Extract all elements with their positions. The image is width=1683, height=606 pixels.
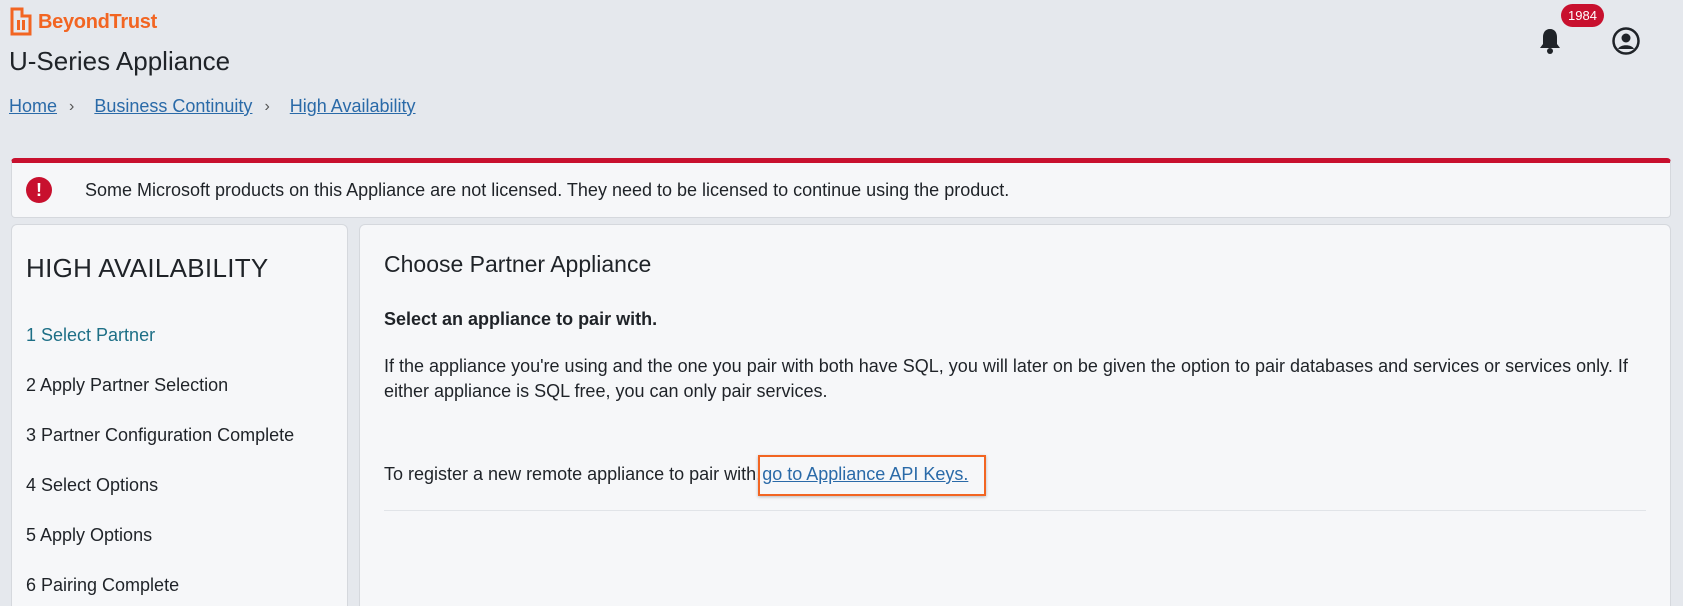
user-menu-button[interactable] (1611, 26, 1641, 56)
panel-title: Choose Partner Appliance (384, 251, 652, 277)
breadcrumb-home[interactable]: Home (9, 96, 57, 117)
main-panel: Choose Partner Appliance Select an appli… (359, 224, 1671, 606)
panel-subtitle: Select an appliance to pair with. (384, 309, 658, 329)
step-apply-options: 5 Apply Options (26, 525, 153, 545)
chevron-right-icon: › (69, 97, 75, 115)
step-apply-partner-selection: 2 Apply Partner Selection (26, 375, 229, 395)
highlight-box: go to Appliance API Keys. (758, 455, 987, 496)
notifications-button[interactable] (1535, 26, 1565, 56)
appliance-api-keys-link[interactable]: go to Appliance API Keys. (762, 464, 968, 484)
step-select-partner[interactable]: 1 Select Partner (26, 325, 294, 375)
breadcrumb-business-continuity[interactable]: Business Continuity (94, 96, 252, 117)
wizard-steps: 1 Select Partner 2 Apply Partner Selecti… (26, 325, 294, 606)
wizard-sidebar: HIGH AVAILABILITY 1 Select Partner 2 App… (11, 224, 348, 606)
step-pairing-complete: 6 Pairing Complete (26, 575, 180, 595)
license-alert: ! Some Microsoft products on this Applia… (11, 158, 1671, 218)
sidebar-title: HIGH AVAILABILITY (26, 253, 269, 283)
breadcrumb-high-availability[interactable]: High Availability (290, 96, 416, 117)
app-title: U-Series Appliance (9, 46, 231, 76)
beyondtrust-logo[interactable]: BeyondTrust (8, 6, 157, 38)
header-actions: 1984 (1483, 0, 1683, 80)
error-icon: ! (26, 177, 52, 203)
chevron-right-icon: › (264, 97, 270, 115)
register-text: To register a new remote appliance to pa… (384, 464, 762, 484)
notification-badge: 1984 (1561, 4, 1604, 27)
bell-icon (1540, 29, 1560, 54)
step-partner-configuration-complete: 3 Partner Configuration Complete (26, 425, 295, 445)
panel-description: If the appliance you're using and the on… (384, 356, 1628, 401)
register-row: To register a new remote appliance to pa… (384, 455, 987, 496)
beyondtrust-logo-icon (10, 7, 32, 36)
alert-message: Some Microsoft products on this Applianc… (85, 179, 1010, 200)
step-select-options: 4 Select Options (26, 475, 159, 495)
breadcrumb: Home › Business Continuity › High Availa… (9, 96, 416, 117)
user-avatar-icon (1612, 27, 1640, 55)
divider (384, 510, 1646, 511)
brand-name: BeyondTrust (38, 10, 157, 33)
